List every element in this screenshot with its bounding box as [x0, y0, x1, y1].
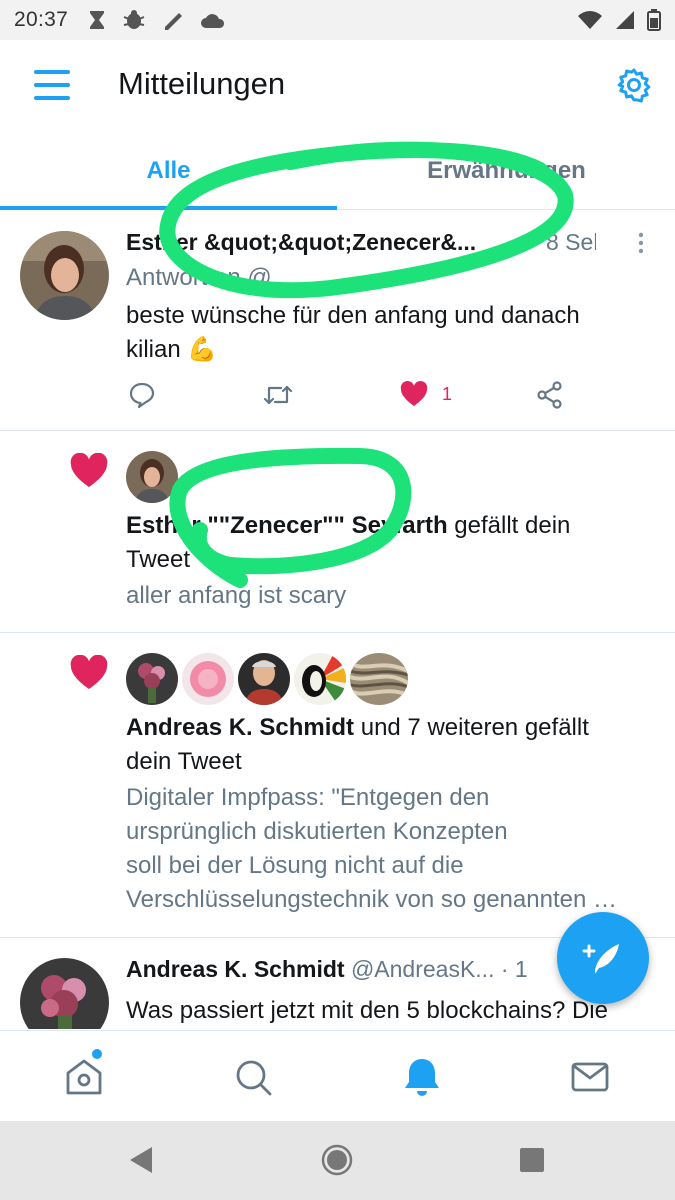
user-name[interactable]: Andreas K. Schmidt	[126, 714, 354, 741]
reply-header: Esther &quot;&quot;Zenecer&... 8 Sek.	[126, 229, 596, 256]
android-navigation-bar	[0, 1121, 675, 1200]
page-title: Mitteilungen	[118, 66, 286, 101]
hourglass-icon	[90, 11, 105, 29]
tweet-text-line-2: kilian 💪	[126, 336, 218, 363]
recents-icon[interactable]	[519, 1147, 545, 1173]
pen-icon	[165, 13, 183, 30]
avatar-man[interactable]	[238, 653, 290, 705]
more-options-icon[interactable]	[634, 231, 648, 255]
heart-icon	[70, 453, 108, 487]
compose-tweet-button[interactable]	[557, 912, 649, 1004]
avatar-esther-small[interactable]	[126, 451, 178, 503]
preview-line-3: soll bei der Lösung nicht auf die	[126, 852, 464, 879]
user-name[interactable]: Esther ""Zenecer"" Seyfarth	[126, 512, 448, 539]
preview-line-4: Verschlüsselungstechnik von so genannten…	[126, 886, 617, 913]
notification-reply[interactable]: Esther &quot;&quot;Zenecer&... 8 Sek. An…	[0, 211, 675, 431]
gear-icon[interactable]	[616, 67, 652, 103]
search-icon[interactable]	[231, 1055, 275, 1099]
tab-bar: Alle Erwähnungen	[0, 132, 675, 210]
status-bar: 20:37	[0, 0, 675, 40]
reply-button[interactable]	[128, 381, 156, 409]
back-icon[interactable]	[128, 1145, 154, 1175]
bottom-navigation	[0, 1030, 675, 1121]
liked-tweet-preview[interactable]: aller anfang ist scary	[126, 579, 346, 613]
like-action-text: und 7 weiteren gefällt	[354, 714, 589, 741]
tweet-header: Andreas K. Schmidt @AndreasK... · 1	[126, 956, 626, 983]
tweet-text-line-1: Was passiert jetzt mit den 5 blockchains…	[126, 997, 608, 1024]
reply-icon	[129, 382, 155, 409]
multi-like-text: Andreas K. Schmidt und 7 weiteren gefäll…	[126, 711, 646, 745]
new-content-dot	[92, 1049, 102, 1059]
reply-context[interactable]: Antwort an @...	[126, 261, 292, 295]
tweet-text-line-1: beste wünsche für den anfang und danach	[126, 302, 580, 329]
preview-line-2: ursprünglich diskutierten Konzepten	[126, 818, 508, 845]
like-button[interactable]: 1	[400, 381, 452, 407]
notification-multi-like[interactable]: Andreas K. Schmidt und 7 weiteren gefäll…	[0, 633, 675, 938]
tab-erwaehnungen[interactable]: Erwähnungen	[338, 132, 675, 210]
bell-icon[interactable]	[400, 1055, 444, 1099]
cloud-icon	[201, 14, 225, 28]
share-icon	[537, 381, 562, 409]
home-circle-icon[interactable]	[321, 1144, 353, 1176]
retweet-button[interactable]	[262, 381, 294, 409]
compose-feather-icon	[582, 944, 619, 974]
app-header: Mitteilungen	[0, 40, 675, 132]
user-name[interactable]: Andreas K. Schmidt	[126, 956, 345, 982]
user-name[interactable]: Esther &quot;&quot;Zenecer&...	[126, 229, 476, 255]
tweet-actions: 1	[126, 381, 606, 417]
wifi-icon	[578, 11, 602, 29]
avatar-hair[interactable]	[350, 653, 408, 705]
signal-icon	[616, 11, 634, 29]
hamburger-menu-button[interactable]	[34, 68, 72, 102]
tab-alle[interactable]: Alle	[0, 132, 337, 210]
avatar-pink[interactable]	[182, 653, 234, 705]
avatar-andreas[interactable]	[20, 958, 109, 1029]
bug-icon	[123, 10, 145, 29]
notification-like[interactable]: Esther ""Zenecer"" Seyfarth gefällt dein…	[0, 431, 675, 633]
notification-feed[interactable]: Esther &quot;&quot;Zenecer&... 8 Sek. An…	[0, 211, 675, 1029]
avatar-esther[interactable]	[20, 231, 109, 320]
timestamp: 8 Sek.	[546, 229, 596, 255]
like-action-line-2: dein Tweet	[126, 748, 242, 775]
user-handle[interactable]: @AndreasK...	[351, 956, 495, 982]
retweet-icon	[263, 385, 293, 405]
mail-icon[interactable]	[568, 1055, 612, 1099]
avatar-art[interactable]	[294, 653, 346, 705]
home-icon[interactable]	[62, 1055, 106, 1099]
share-button[interactable]	[536, 381, 564, 409]
like-count: 1	[442, 383, 453, 404]
timestamp: · 1	[500, 956, 528, 982]
active-tab-indicator	[0, 206, 337, 210]
battery-icon	[647, 9, 661, 31]
avatar-flowers[interactable]	[126, 653, 178, 705]
status-time: 20:37	[14, 8, 69, 31]
like-action-line-2: Tweet	[126, 546, 191, 573]
like-notification-text: Esther ""Zenecer"" Seyfarth gefällt dein	[126, 509, 646, 543]
heart-icon	[70, 655, 108, 689]
heart-filled-icon	[400, 381, 428, 406]
preview-line-1: Digitaler Impfpass: "Entgegen den	[126, 784, 490, 811]
like-action-text: gefällt dein	[447, 512, 571, 539]
